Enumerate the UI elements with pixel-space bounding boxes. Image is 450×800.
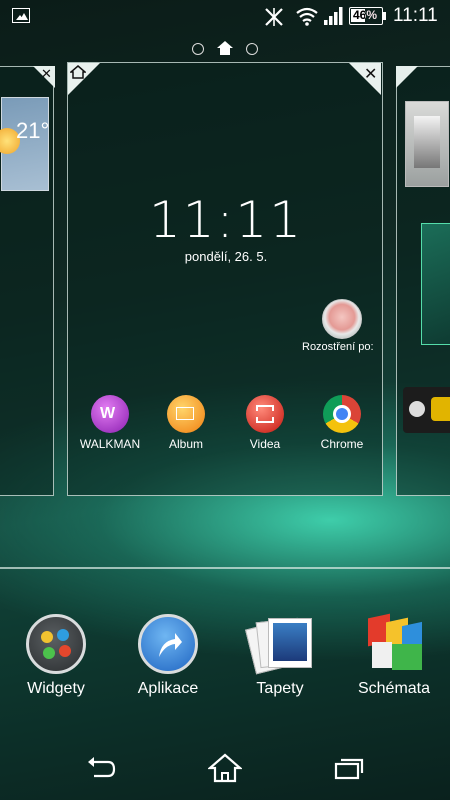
album-art-widget[interactable] — [405, 101, 449, 187]
video-icon — [246, 395, 284, 433]
left-home-panel[interactable]: 21° — [0, 66, 54, 496]
blur-app-icon[interactable] — [322, 299, 362, 339]
home-page-indicator-icon[interactable] — [217, 41, 233, 55]
back-button[interactable] — [86, 756, 116, 780]
clock-widget-time[interactable]: 11:11 — [68, 191, 384, 249]
themes-icon — [366, 613, 424, 674]
app-label: WALKMAN — [79, 437, 141, 451]
right-panel-home-corner — [396, 66, 418, 88]
dock-label: Widgety — [27, 680, 85, 697]
photo-widget[interactable] — [421, 223, 450, 345]
apps-arrow-icon — [138, 614, 198, 674]
wifi-icon — [296, 7, 318, 26]
app-walkman[interactable]: W WALKMAN — [70, 393, 150, 453]
left-panel-close-icon[interactable]: ✕ — [41, 66, 52, 82]
app-label: Album — [168, 437, 203, 451]
clock-widget-date: pondělí, 26. 5. — [184, 249, 268, 264]
walkman-icon: W — [91, 395, 129, 433]
app-label: Videa — [249, 437, 281, 451]
widgets-icon — [26, 614, 86, 674]
wallpapers-icon — [245, 616, 312, 675]
weather-widget[interactable]: 21° — [0, 97, 50, 191]
dock-aplikace[interactable]: Aplikace — [118, 610, 218, 706]
weather-temp: 21° — [16, 118, 50, 143]
blur-app-label[interactable]: Rozostření po: — [302, 341, 382, 353]
page-dot-3[interactable] — [246, 43, 258, 55]
dock-schemata[interactable]: Schémata — [344, 610, 444, 706]
signal-icon — [324, 7, 343, 25]
recent-apps-button[interactable] — [334, 758, 364, 780]
dock-widgety[interactable]: Widgety — [6, 610, 106, 706]
divider — [0, 567, 450, 569]
center-home-panel[interactable]: ✕ 11:11 pondělí, 26. 5. Rozostření po: W… — [67, 62, 383, 496]
dock-label: Aplikace — [137, 680, 199, 697]
status-clock: 11:11 — [393, 5, 438, 26]
album-icon — [167, 395, 205, 433]
page-dot-1[interactable] — [192, 43, 204, 55]
image-notification-icon — [12, 8, 30, 23]
close-panel-icon[interactable]: ✕ — [364, 64, 377, 84]
nfc-off-icon — [265, 8, 283, 26]
app-chrome[interactable]: Chrome — [302, 393, 382, 453]
camera-apps-widget[interactable] — [403, 387, 450, 433]
chrome-icon — [323, 395, 361, 433]
dock-label: Schémata — [357, 680, 431, 697]
app-album[interactable]: Album — [146, 393, 226, 453]
app-label: Chrome — [320, 437, 364, 451]
app-videa[interactable]: Videa — [225, 393, 305, 453]
status-bar: 46% 11:11 — [0, 0, 450, 32]
dock-tapety[interactable]: Tapety — [230, 610, 330, 706]
dock-label: Tapety — [256, 680, 304, 697]
battery-percent: 46% — [353, 8, 378, 22]
battery-icon: 46% — [349, 7, 383, 25]
home-button[interactable] — [208, 753, 242, 783]
right-home-panel[interactable] — [396, 66, 450, 496]
home-icon[interactable] — [70, 65, 86, 79]
